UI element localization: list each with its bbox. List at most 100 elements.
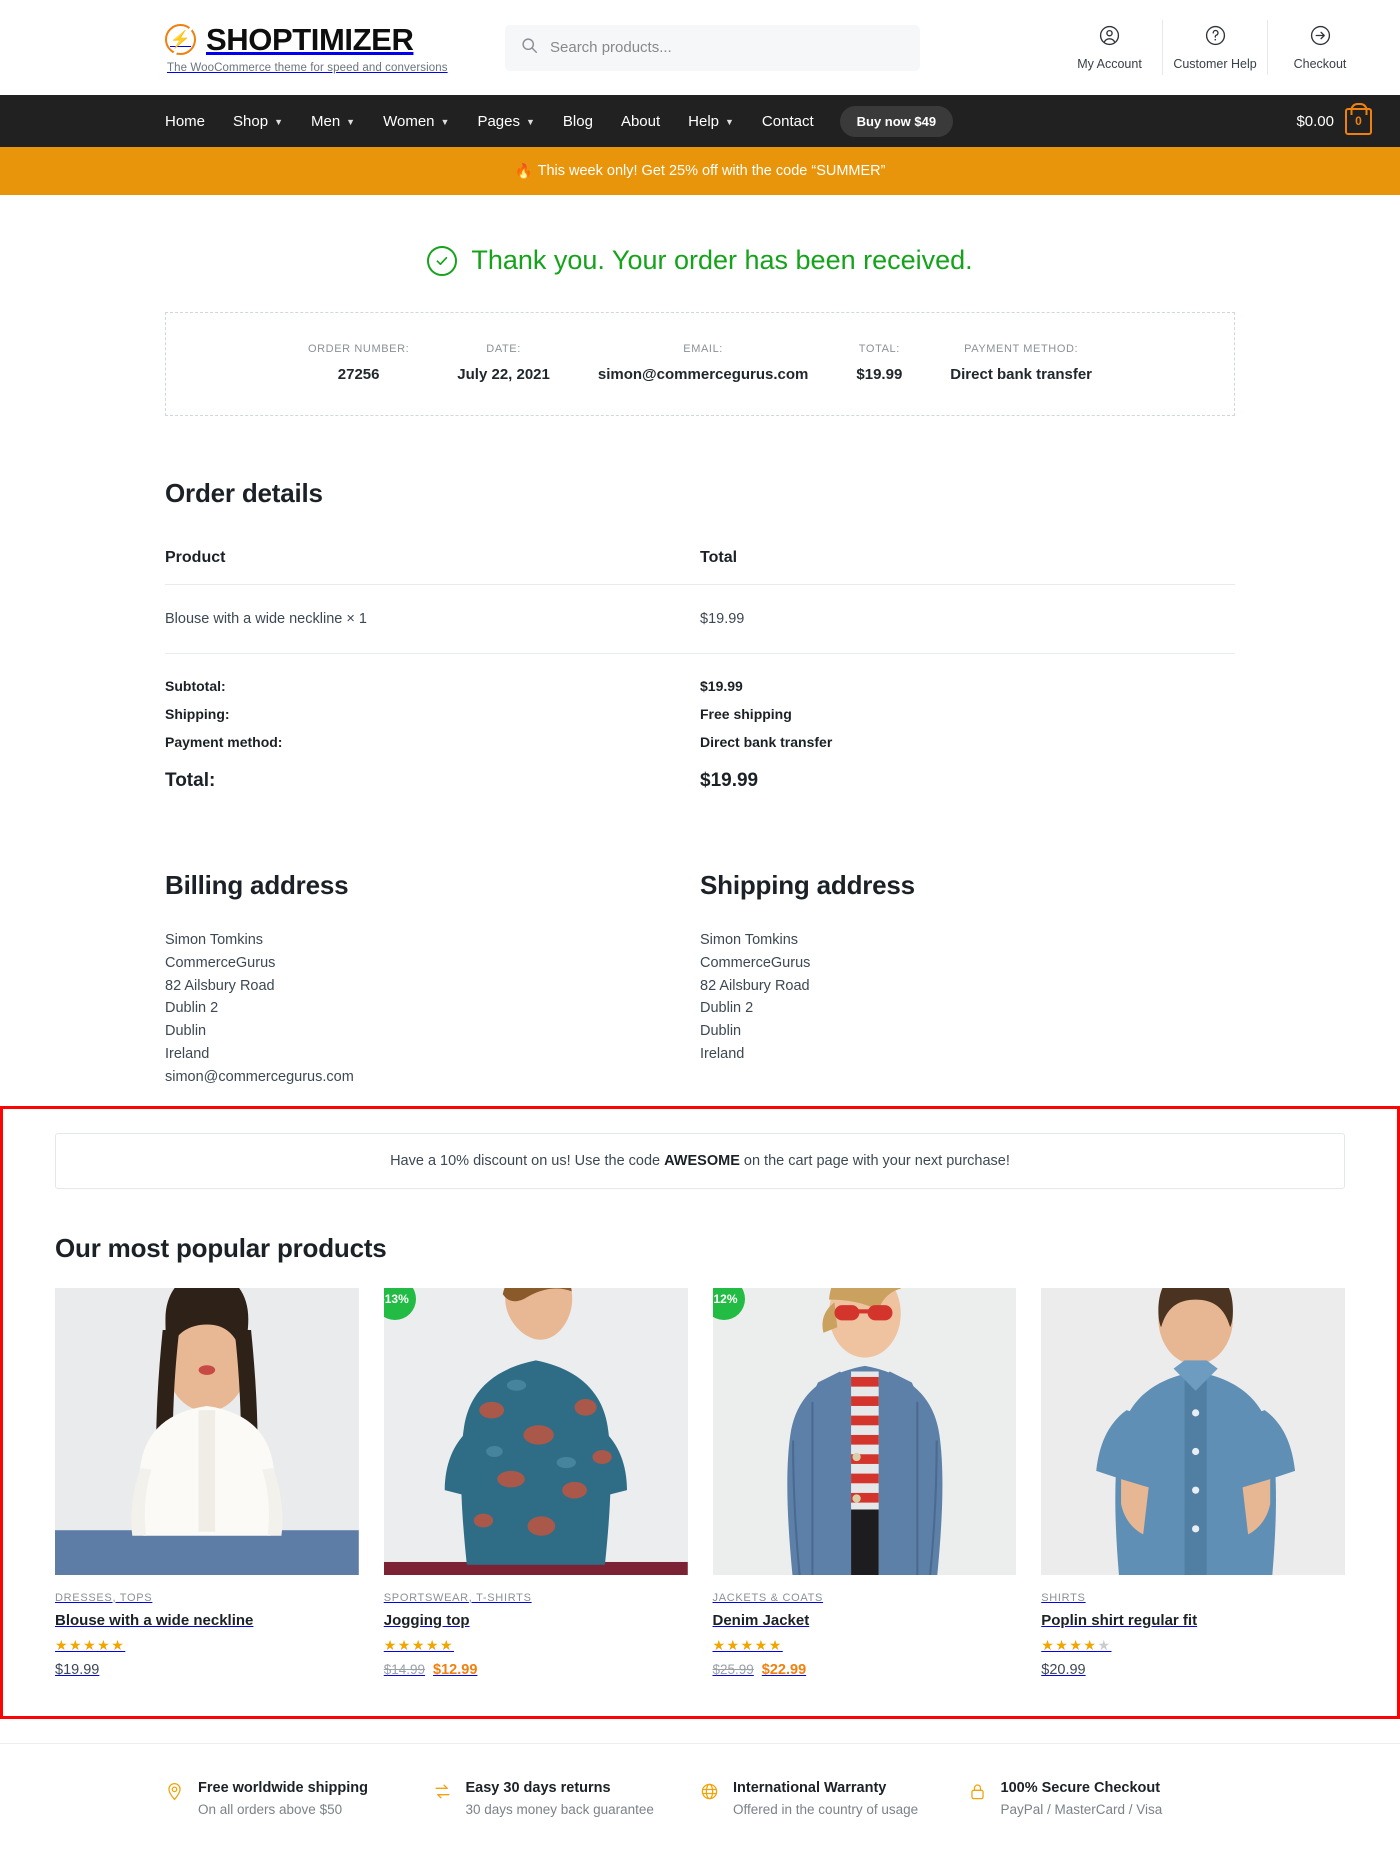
footer-features: Free worldwide shipping On all orders ab… bbox=[0, 1742, 1400, 1857]
order-date-label: DATE: bbox=[486, 343, 521, 355]
nav-label: Home bbox=[165, 112, 206, 130]
product-current-price: $19.99 bbox=[55, 1661, 100, 1678]
search-input[interactable] bbox=[550, 39, 904, 56]
feature-subtitle: 30 days money back guarantee bbox=[465, 1801, 654, 1817]
shipping-address-block: Shipping address Simon Tomkins CommerceG… bbox=[700, 870, 1235, 1089]
nav-item-blog[interactable]: Blog bbox=[549, 113, 607, 130]
product-price: $25.99 $22.99 bbox=[713, 1662, 1017, 1678]
product-current-price: $22.99 bbox=[761, 1661, 807, 1678]
customer-help-action[interactable]: Customer Help bbox=[1162, 20, 1267, 75]
question-circle-icon bbox=[1204, 24, 1227, 52]
promo-banner: 🔥 This week only! Get 25% off with the c… bbox=[0, 147, 1400, 195]
confirmation-text: Thank you. Your order has been received. bbox=[471, 245, 973, 275]
buy-now-button[interactable]: Buy now $49 bbox=[839, 105, 954, 137]
product-card-denim-jacket[interactable]: -12% bbox=[712, 1287, 1017, 1678]
billing-line: Dublin 2 bbox=[165, 1000, 219, 1017]
check-circle-icon bbox=[427, 245, 458, 276]
subtotal-value: $19.99 bbox=[700, 678, 743, 694]
feature-text: Easy 30 days returns 30 days money back … bbox=[466, 1780, 654, 1817]
table-row: Blouse with a wide neckline × 1 $19.99 bbox=[165, 584, 1235, 654]
nav-label: Women bbox=[383, 112, 435, 130]
shipping-line: 82 Ailsbury Road bbox=[700, 977, 810, 994]
nav-item-home[interactable]: Home bbox=[165, 113, 219, 130]
feature-title: International Warranty bbox=[733, 1779, 887, 1796]
user-circle-icon bbox=[1098, 24, 1121, 52]
search-box[interactable] bbox=[505, 24, 920, 71]
nav-item-pages[interactable]: Pages ▼ bbox=[463, 113, 548, 130]
site-logo[interactable]: ⚡ SHOPTIMIZER The WooCommerce theme for … bbox=[165, 22, 465, 74]
order-total-label: TOTAL: bbox=[858, 343, 900, 355]
subtotal-label: Subtotal: bbox=[165, 678, 226, 694]
addresses-section: Billing address Simon Tomkins CommerceGu… bbox=[165, 870, 1235, 1089]
order-item-total: $19.99 bbox=[700, 584, 1235, 654]
shipping-line: Simon Tomkins bbox=[700, 932, 799, 948]
product-category: DRESSES, TOPS bbox=[55, 1591, 153, 1604]
feature-returns: Easy 30 days returns 30 days money back … bbox=[433, 1780, 701, 1817]
product-card-poplin-shirt[interactable]: SHIRTS Poplin shirt regular fit ★★★★★ $2… bbox=[1041, 1287, 1345, 1678]
billing-line: Dublin bbox=[165, 1023, 207, 1040]
shopping-bag-icon[interactable]: 0 bbox=[1345, 107, 1372, 135]
promo-text: This week only! Get 25% off with the cod… bbox=[537, 163, 886, 179]
feature-title: Free worldwide shipping bbox=[198, 1779, 368, 1796]
billing-line: Simon Tomkins bbox=[165, 932, 264, 948]
nav-item-shop[interactable]: Shop ▼ bbox=[219, 113, 297, 130]
nav-item-men[interactable]: Men ▼ bbox=[297, 113, 369, 130]
order-total-value: $19.99 bbox=[856, 366, 903, 383]
lightning-bolt-logo-icon: ⚡ bbox=[165, 24, 196, 55]
product-old-price: $25.99 bbox=[712, 1661, 754, 1677]
product-card-jogging-top[interactable]: -13% bbox=[383, 1287, 688, 1678]
order-date-field: DATE: July 22, 2021 bbox=[433, 343, 574, 383]
shipping-line: Dublin bbox=[700, 1023, 742, 1040]
product-rating: ★★★★★ bbox=[712, 1636, 783, 1653]
grand-total-row: Total: $19.99 bbox=[165, 750, 1235, 792]
my-account-action[interactable]: My Account bbox=[1057, 20, 1162, 75]
cart-total: $0.00 bbox=[1296, 112, 1334, 130]
feature-title: 100% Secure Checkout bbox=[1000, 1779, 1161, 1796]
brand-tagline: The WooCommerce theme for speed and conv… bbox=[167, 61, 448, 74]
shipping-line: Ireland bbox=[700, 1045, 745, 1062]
shipping-line: Dublin 2 bbox=[700, 1000, 754, 1017]
product-name: Denim Jacket bbox=[712, 1611, 810, 1629]
order-item-name: Blouse with a wide neckline × 1 bbox=[165, 584, 700, 654]
product-name: Poplin shirt regular fit bbox=[1041, 1611, 1198, 1629]
order-email-field: EMAIL: simon@commercegurus.com bbox=[574, 343, 833, 383]
product-rating: ★★★★★ bbox=[1041, 1636, 1112, 1653]
nav-label: About bbox=[620, 112, 661, 130]
main-content: Thank you. Your order has been received.… bbox=[0, 195, 1400, 1089]
billing-address-title: Billing address bbox=[165, 870, 349, 900]
nav-item-help[interactable]: Help ▼ bbox=[674, 113, 748, 130]
product-rating: ★★★★★ bbox=[383, 1636, 455, 1653]
nav-item-contact[interactable]: Contact bbox=[748, 113, 828, 130]
billing-line: 82 Ailsbury Road bbox=[165, 977, 275, 994]
shipping-label: Shipping: bbox=[165, 706, 230, 722]
product-category: JACKETS & COATS bbox=[712, 1591, 824, 1604]
feature-subtitle: PayPal / MasterCard / Visa bbox=[1000, 1801, 1163, 1817]
product-old-price: $14.99 bbox=[383, 1661, 426, 1677]
checkout-action[interactable]: Checkout bbox=[1267, 20, 1372, 75]
popular-products-grid: DRESSES, TOPS Blouse with a wide necklin… bbox=[55, 1287, 1345, 1678]
feature-title: Easy 30 days returns bbox=[465, 1779, 611, 1796]
chevron-down-icon: ▼ bbox=[440, 117, 450, 127]
feature-text: 100% Secure Checkout PayPal / MasterCard… bbox=[1001, 1780, 1163, 1817]
order-number-label: ORDER NUMBER: bbox=[307, 343, 410, 355]
payment-method-row: Payment method: Direct bank transfer bbox=[165, 722, 1235, 750]
cart-widget[interactable]: $0.00 0 bbox=[1296, 107, 1372, 135]
order-details-title: Order details bbox=[165, 478, 323, 508]
nav-item-women[interactable]: Women ▼ bbox=[369, 113, 463, 130]
product-name: Jogging top bbox=[383, 1611, 470, 1629]
product-rating: ★★★★★ bbox=[55, 1636, 126, 1653]
shipping-address-title: Shipping address bbox=[700, 870, 915, 900]
highlighted-upsell-region: Have a 10% discount on us! Use the code … bbox=[0, 1105, 1400, 1719]
nav-label: Shop bbox=[233, 112, 269, 130]
product-image-woman-white-blouse bbox=[55, 1287, 359, 1575]
product-card-blouse[interactable]: DRESSES, TOPS Blouse with a wide necklin… bbox=[55, 1287, 359, 1678]
feature-subtitle: On all orders above $50 bbox=[198, 1801, 343, 1817]
discount-prefix: Have a 10% discount on us! Use the code bbox=[390, 1152, 665, 1169]
grand-total-label: Total: bbox=[165, 770, 216, 791]
feature-free-shipping: Free worldwide shipping On all orders ab… bbox=[165, 1780, 433, 1817]
product-name: Blouse with a wide neckline bbox=[55, 1611, 254, 1629]
cart-item-count: 0 bbox=[1355, 114, 1362, 128]
feature-text: Free worldwide shipping On all orders ab… bbox=[198, 1780, 368, 1817]
nav-item-about[interactable]: About bbox=[607, 113, 674, 130]
product-current-price: $12.99 bbox=[433, 1661, 478, 1678]
